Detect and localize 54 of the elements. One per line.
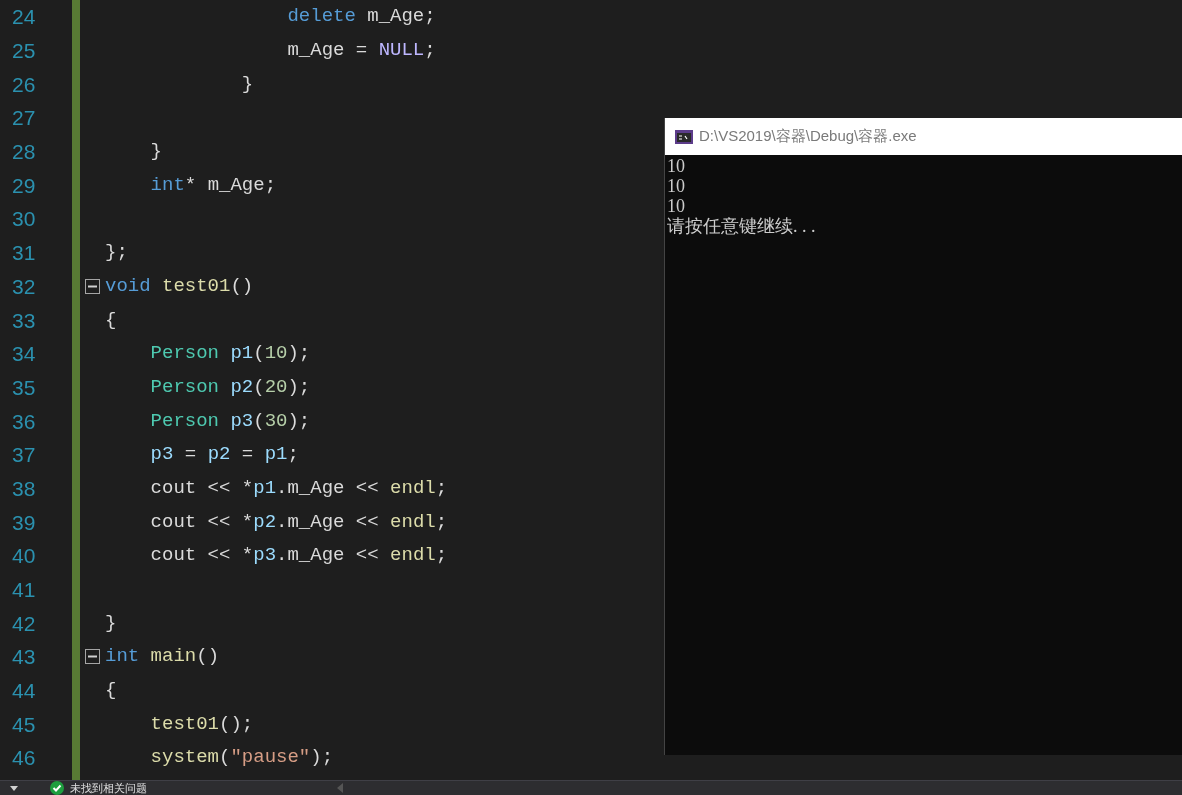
code-line: void test01()	[105, 276, 254, 296]
code-line: }	[240, 74, 254, 94]
code-line: Person p1(10);	[149, 344, 311, 364]
console-output-line: 10	[667, 196, 685, 216]
line-number: 45	[11, 713, 36, 735]
code-line: Person p2(20);	[149, 377, 311, 397]
line-number: 35	[11, 376, 36, 398]
line-number: 32	[11, 275, 36, 297]
code-line: {	[105, 310, 117, 330]
code-line: delete m_Age;	[286, 7, 436, 27]
code-line: cout << *p1.m_Age << endl;	[149, 478, 448, 498]
line-number: 31	[11, 242, 36, 264]
code-line: m_Age = NULL;	[286, 41, 436, 61]
line-number: 41	[11, 579, 36, 601]
code-line: }	[105, 613, 117, 633]
console-output-line: 10	[667, 176, 685, 196]
line-number: 27	[11, 107, 36, 129]
line-number: 38	[11, 477, 36, 499]
line-number: 26	[11, 73, 36, 95]
line-number: 39	[11, 511, 36, 533]
line-number: 34	[11, 343, 36, 365]
console-output-line: 请按任意键继续. . .	[667, 216, 816, 236]
status-message: 未找到相关问题	[70, 782, 147, 794]
line-number: 36	[11, 410, 36, 432]
line-number: 25	[11, 40, 36, 62]
line-number: 37	[11, 444, 36, 466]
code-line: p3 = p2 = p1;	[149, 445, 299, 465]
line-number: 42	[11, 612, 36, 634]
collapse-icon[interactable]	[85, 649, 100, 665]
caret-icon[interactable]	[10, 785, 18, 791]
code-line: cout << *p3.m_Age << endl;	[149, 546, 448, 566]
window-title: D:\VS2019\容器\Debug\容器.exe	[699, 126, 917, 147]
code-line: }	[149, 142, 162, 162]
code-line: cout << *p2.m_Age << endl;	[149, 512, 448, 532]
line-number: 43	[11, 646, 36, 668]
collapse-icon[interactable]	[85, 278, 100, 294]
line-number: 24	[11, 6, 36, 28]
code-line: };	[105, 243, 128, 263]
line-number: 33	[11, 309, 36, 331]
line-number: 46	[11, 747, 36, 769]
code-line: test01();	[149, 714, 254, 734]
line-number: 44	[11, 680, 36, 702]
line-number: 29	[11, 174, 36, 196]
check-icon	[50, 781, 64, 795]
console-app-icon	[675, 129, 693, 144]
code-line: Person p3(30);	[149, 411, 311, 431]
line-number: 30	[11, 208, 36, 230]
code-line: int* m_Age;	[149, 175, 277, 195]
code-line: int main()	[105, 647, 220, 667]
code-line: system("pause");	[149, 748, 334, 768]
console-output-line: 10	[667, 156, 685, 176]
line-number: 28	[11, 141, 36, 163]
line-number: 40	[11, 545, 36, 567]
code-line: {	[105, 681, 117, 701]
